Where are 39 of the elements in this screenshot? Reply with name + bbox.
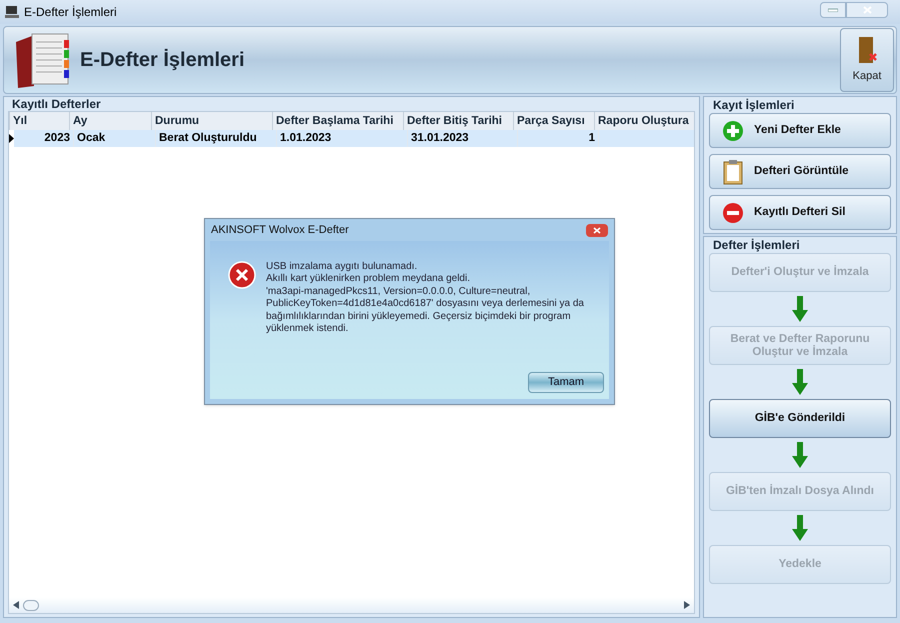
page-title: E-Defter İşlemleri [80, 48, 245, 73]
table-row[interactable]: 2023 Ocak Berat Oluşturuldu 1.01.2023 31.01.2023 1 [9, 130, 694, 147]
clipboard-icon [722, 158, 744, 184]
row-pointer-icon [9, 134, 14, 143]
error-icon [228, 261, 256, 289]
panel-title: Kayıt İşlemleri [712, 97, 796, 113]
plus-icon [722, 120, 744, 142]
app-icon [4, 4, 20, 20]
table-cell: 1.01.2023 [277, 130, 408, 147]
dialog-close-button[interactable] [586, 224, 608, 236]
view-ledger-button[interactable]: Defteri Görüntüle [709, 154, 891, 189]
down-arrow-icon [792, 296, 808, 322]
table-cell: Ocak [74, 130, 156, 147]
add-ledger-button[interactable]: Yeni Defter Ekle [709, 113, 891, 148]
table-cell: Berat Oluşturuldu [156, 130, 277, 147]
panel-title: Defter İşlemleri [712, 237, 801, 253]
close-page-button[interactable]: Kapat [840, 28, 894, 92]
table-cell: 2023 [14, 130, 74, 147]
down-arrow-icon [792, 369, 808, 395]
close-button[interactable] [846, 2, 888, 18]
error-message: USB imzalama aygıtı bulunamadı. Akıllı kart yüklenirken problem meydana geldi. 'ma3api-managedPkcs11, Version=0.0.0.0, Culture=neutral, PublicKeyToken=4d1d81e4a0cd6187' dosyasını veya derlemesini ya da bağımlılıklarından birini yükleyemedi. Geçersiz biçimdeki bir program yüklenmek istendi. [266, 261, 584, 336]
table-cell: 1 [518, 130, 599, 147]
scroll-thumb[interactable] [23, 600, 39, 610]
step-button[interactable]: GİB'e Gönderildi [709, 399, 891, 438]
close-icon [862, 6, 872, 14]
table-cell: 31.01.2023 [408, 130, 518, 147]
down-arrow-icon [792, 515, 808, 541]
dialog-title: AKINSOFT Wolvox E-Defter [211, 222, 349, 238]
minimize-icon [828, 8, 838, 12]
scroll-left-icon[interactable] [13, 601, 19, 609]
panel-title: Kayıtlı Defterler [11, 97, 102, 111]
window-title: E-Defter İşlemleri [24, 4, 117, 21]
minus-icon [722, 202, 744, 224]
close-icon [593, 226, 601, 234]
minimize-button[interactable] [820, 2, 846, 18]
delete-ledger-button[interactable]: Kayıtlı Defteri Sil [709, 195, 891, 230]
scroll-right-icon[interactable] [684, 601, 690, 609]
ok-button[interactable]: Tamam [528, 372, 604, 393]
down-arrow-icon [792, 442, 808, 468]
